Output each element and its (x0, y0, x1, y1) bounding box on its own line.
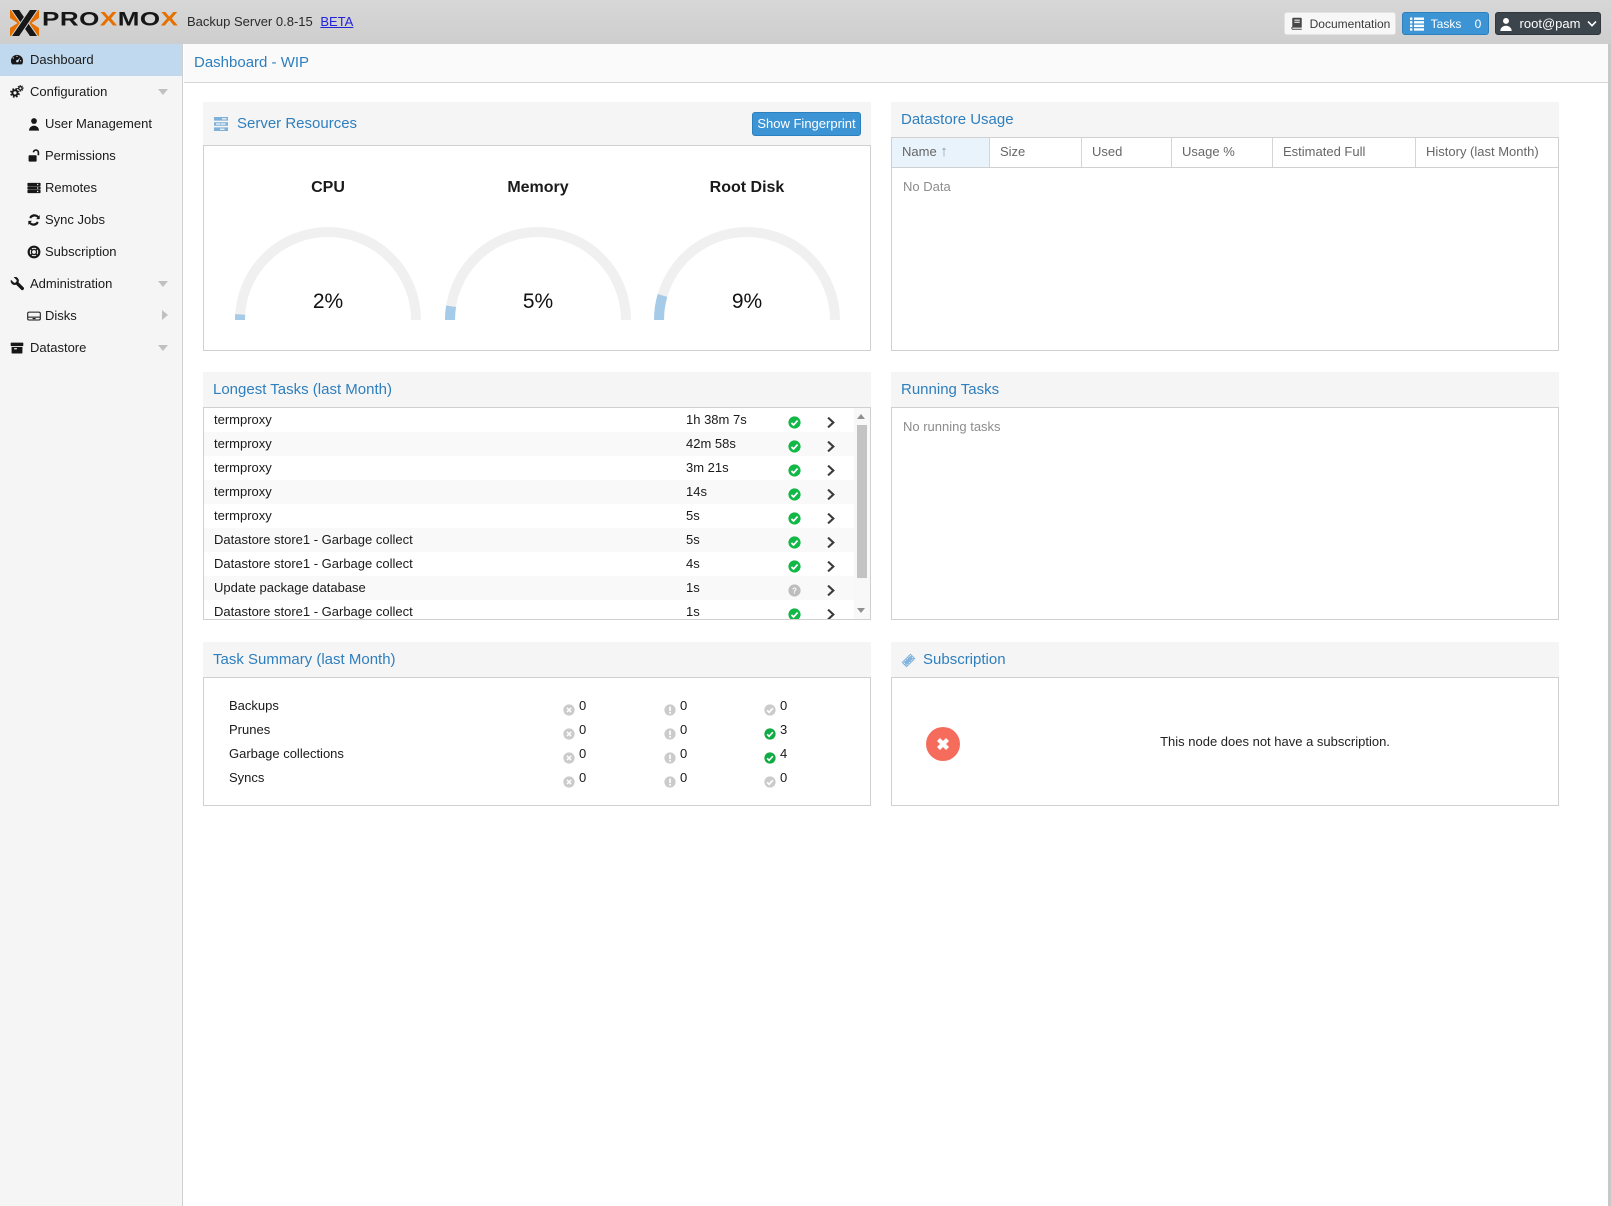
svg-text:9%: 9% (732, 290, 762, 313)
svg-text:?: ? (792, 586, 797, 595)
svg-text:5%: 5% (523, 290, 553, 313)
svg-text:2%: 2% (313, 290, 343, 313)
